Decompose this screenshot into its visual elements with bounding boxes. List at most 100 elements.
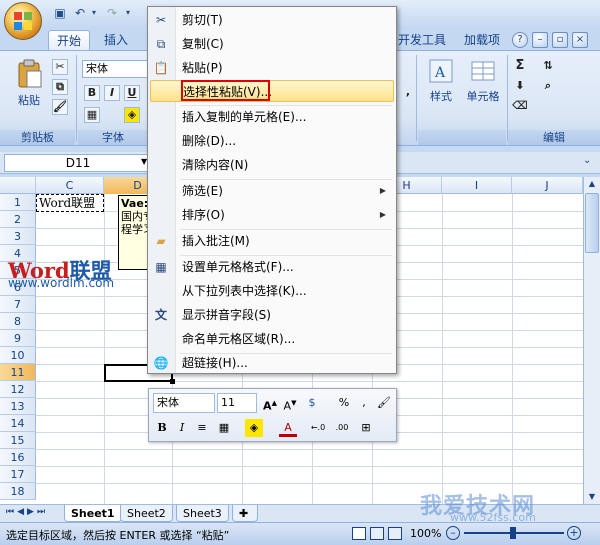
page-layout-icon[interactable]: [370, 527, 384, 540]
menu-item-insert-copied-cells[interactable]: 插入复制的单元格(E)...: [150, 106, 394, 128]
paste-button[interactable]: 粘贴: [10, 59, 48, 119]
font-color-icon[interactable]: A: [279, 419, 297, 437]
copy-icon[interactable]: ⧉: [52, 79, 68, 95]
row-header[interactable]: 17: [0, 466, 36, 483]
page-break-icon[interactable]: [388, 527, 402, 540]
menu-item-sort[interactable]: 排序(O) ▶: [150, 204, 394, 226]
fill-down-icon[interactable]: ⬇: [512, 79, 528, 95]
fill-color-icon[interactable]: ◈: [124, 107, 140, 123]
tab-insert[interactable]: 插入: [96, 30, 136, 50]
italic-icon[interactable]: I: [173, 419, 191, 437]
row-header[interactable]: 11: [0, 364, 36, 381]
column-header[interactable]: J: [512, 177, 583, 194]
shrink-font-icon[interactable]: A▼: [281, 394, 299, 413]
mini-font-size[interactable]: 11: [217, 393, 257, 413]
expand-formula-icon[interactable]: ⌄: [583, 155, 591, 166]
italic-icon[interactable]: I: [104, 85, 120, 101]
menu-item-copy[interactable]: ⧉ 复制(C): [150, 33, 394, 55]
menu-item-filter[interactable]: 筛选(E) ▶: [150, 180, 394, 202]
fill-color-icon[interactable]: ◈: [245, 419, 263, 437]
menu-item-paste[interactable]: 📋 粘贴(P): [150, 57, 394, 79]
scroll-thumb[interactable]: [585, 193, 599, 253]
cell-comment[interactable]: Vae: 国内专 程学习: [118, 195, 150, 270]
menu-item-cut[interactable]: ✂ 剪切(T): [150, 9, 394, 31]
row-header[interactable]: 3: [0, 228, 36, 245]
grow-font-icon[interactable]: A▲: [261, 394, 279, 413]
restore-icon[interactable]: ▫: [552, 32, 568, 48]
cut-icon[interactable]: ✂: [52, 59, 68, 75]
menu-item-pick-from-list[interactable]: 从下拉列表中选择(K)...: [150, 280, 394, 302]
row-header[interactable]: 8: [0, 313, 36, 330]
vertical-scrollbar[interactable]: ▲ ▼: [583, 177, 600, 504]
tab-developer[interactable]: 开发工具: [390, 30, 454, 50]
save-icon[interactable]: ▣: [52, 5, 68, 21]
bold-icon[interactable]: B: [153, 419, 171, 437]
zoom-level[interactable]: 100%: [410, 527, 441, 540]
zoom-in-icon[interactable]: +: [567, 526, 581, 540]
row-header[interactable]: 16: [0, 449, 36, 466]
bold-icon[interactable]: B: [84, 85, 100, 101]
format-painter-icon[interactable]: 🖌: [52, 99, 68, 115]
zoom-slider-thumb[interactable]: [510, 527, 516, 539]
border-icon[interactable]: ▦: [215, 419, 233, 437]
insert-sheet-icon[interactable]: ✚: [232, 505, 258, 522]
border-icon[interactable]: ▦: [84, 107, 100, 123]
menu-item-delete[interactable]: 删除(D)...: [150, 130, 394, 152]
menu-item-insert-comment[interactable]: ▰ 插入批注(M): [150, 230, 394, 252]
font-name-box[interactable]: 宋体: [82, 60, 148, 78]
row-header[interactable]: 18: [0, 483, 36, 500]
menu-item-phonetic[interactable]: 文显示拼音字段(S): [150, 304, 394, 326]
office-button[interactable]: [4, 2, 42, 40]
row-header[interactable]: 2: [0, 211, 36, 228]
redo-icon[interactable]: ↷: [104, 5, 120, 21]
normal-view-icon[interactable]: [352, 527, 366, 540]
align-center-icon[interactable]: ≡: [193, 419, 211, 437]
sheet-nav-icon[interactable]: ⏮◀▶⏭: [6, 507, 48, 517]
menu-item-name-range[interactable]: 命名单元格区域(R)...: [150, 328, 394, 350]
comma-icon[interactable]: ,: [355, 394, 373, 412]
row-header[interactable]: 1: [0, 194, 36, 211]
column-header[interactable]: I: [442, 177, 512, 194]
cell-c1[interactable]: Word联盟: [36, 194, 104, 212]
tab-addins[interactable]: 加载项: [456, 30, 508, 50]
row-header[interactable]: 9: [0, 330, 36, 347]
row-header[interactable]: 12: [0, 381, 36, 398]
comma-style-icon[interactable]: ,: [400, 85, 416, 101]
clear-icon[interactable]: ⌫: [512, 99, 528, 115]
select-all-corner[interactable]: [0, 177, 36, 194]
increase-decimal-icon[interactable]: ←.0: [309, 419, 327, 437]
scroll-down-icon[interactable]: ▼: [585, 490, 599, 504]
column-header[interactable]: C: [36, 177, 104, 194]
close-icon[interactable]: ×: [572, 32, 588, 48]
decrease-decimal-icon[interactable]: .00: [333, 419, 351, 437]
styles-button[interactable]: A 样式: [422, 57, 460, 117]
sheet-tab-3[interactable]: Sheet3: [176, 505, 229, 522]
currency-icon[interactable]: $: [303, 394, 321, 412]
undo-dropdown-icon[interactable]: ▾: [86, 5, 102, 21]
row-header[interactable]: 10: [0, 347, 36, 364]
row-header[interactable]: 15: [0, 432, 36, 449]
merge-cells-icon[interactable]: ⊞: [357, 419, 375, 437]
redo-dropdown-icon[interactable]: ▾: [120, 5, 136, 21]
percent-icon[interactable]: %: [335, 394, 353, 412]
name-box[interactable]: D11: [4, 154, 152, 172]
cells-button[interactable]: 单元格: [462, 57, 504, 117]
scroll-up-icon[interactable]: ▲: [585, 177, 599, 191]
underline-icon[interactable]: U: [124, 85, 140, 101]
row-header[interactable]: 14: [0, 415, 36, 432]
sum-icon[interactable]: Σ: [512, 59, 528, 75]
find-icon[interactable]: ⌕: [540, 79, 556, 95]
fill-handle[interactable]: [170, 379, 175, 384]
sort-filter-icon[interactable]: ⇅: [540, 59, 556, 75]
format-painter-icon[interactable]: 🖌: [375, 394, 393, 412]
mini-font-name[interactable]: 宋体: [153, 393, 215, 413]
minimize-icon[interactable]: –: [532, 32, 548, 48]
row-header[interactable]: 7: [0, 296, 36, 313]
sheet-tab-1[interactable]: Sheet1: [64, 505, 122, 522]
tab-home[interactable]: 开始: [48, 30, 91, 50]
help-icon[interactable]: ?: [512, 32, 528, 48]
row-header[interactable]: 13: [0, 398, 36, 415]
sheet-tab-2[interactable]: Sheet2: [120, 505, 173, 522]
zoom-out-icon[interactable]: –: [446, 526, 460, 540]
menu-item-clear-contents[interactable]: 清除内容(N): [150, 154, 394, 176]
